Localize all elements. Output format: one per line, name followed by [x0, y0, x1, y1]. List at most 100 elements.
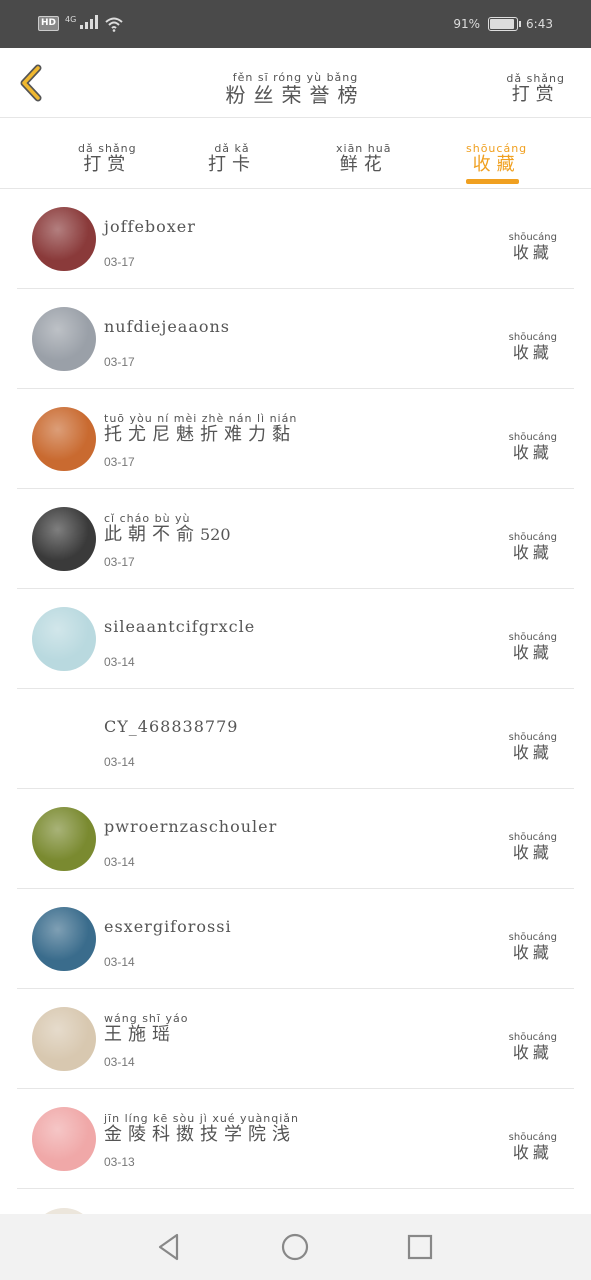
tab-flowers[interactable]: xiān huā 鲜花 — [336, 137, 391, 174]
user-name-text: 托尤尼魅折难力黏 — [104, 424, 296, 445]
favorite-date: 03-14 — [104, 855, 135, 869]
favorite-label-pinyin: shōucáng — [508, 432, 557, 443]
wifi-icon — [105, 17, 123, 32]
cartoon-avatar-icon[interactable] — [32, 407, 96, 471]
list-item[interactable]: jīn líng kē sòu jì xué yuànqiǎn 金陵科擞技学院浅 0… — [17, 1089, 574, 1189]
battery-percent: 91% — [453, 17, 481, 31]
favorite-date: 03-14 — [104, 755, 135, 769]
illustration-avatar-icon[interactable] — [32, 1007, 96, 1071]
favorite-label: shōucáng 收藏 — [509, 425, 557, 461]
skull-avatar-icon[interactable] — [32, 207, 96, 271]
favorite-label-pinyin: shōucáng — [508, 732, 557, 743]
user-name: cǐ cháo bù yù 此朝不俞 520 — [104, 507, 231, 544]
girl-avatar-icon[interactable] — [32, 607, 96, 671]
clock: 6:43 — [526, 17, 553, 31]
favorite-label-pinyin: shōucáng — [508, 532, 557, 543]
favorite-label: shōucáng 收藏 — [509, 725, 557, 761]
favorite-label-text: 收藏 — [512, 1043, 553, 1062]
favorite-label: shōucáng 收藏 — [509, 625, 557, 661]
user-name: esxergiforossi — [104, 917, 232, 936]
tab-checkin-pinyin: dǎ kǎ — [214, 142, 250, 155]
favorite-label: shōucáng 收藏 — [509, 525, 557, 561]
list-item[interactable]: CY_468838779 03-14 shōucáng 收藏 — [17, 689, 574, 789]
favorite-date: 03-14 — [104, 955, 135, 969]
user-name-pinyin: tuō yòu ní mèi zhè nán lì nián — [104, 412, 298, 425]
tab-reward-pinyin: dǎ shǎng — [78, 142, 137, 155]
favorite-label: shōucáng 收藏 — [509, 1025, 557, 1061]
favorite-label-text: 收藏 — [512, 943, 553, 962]
system-nav-bar — [0, 1214, 591, 1280]
favorite-label-text: 收藏 — [512, 1143, 553, 1162]
home-nav-icon[interactable] — [278, 1230, 312, 1264]
flower-avatar-icon[interactable] — [32, 807, 96, 871]
page-title: fěn sī róng yù bǎng 粉丝荣誉榜 — [0, 66, 591, 105]
user-name: jīn líng kē sòu jì xué yuànqiǎn 金陵科擞技学院浅 — [104, 1107, 299, 1144]
app-header: fěn sī róng yù bǎng 粉丝荣誉榜 dǎ shǎng 打赏 — [0, 48, 591, 118]
user-name: sileaantcifgrxcle — [104, 617, 256, 636]
back-nav-icon[interactable] — [152, 1230, 186, 1264]
favorite-label-text: 收藏 — [512, 643, 553, 662]
dark-figure-avatar-icon[interactable] — [32, 307, 96, 371]
tab-favorites-pinyin: shōucáng — [466, 142, 528, 155]
favorite-label-text: 收藏 — [512, 743, 553, 762]
reward-button-pinyin: dǎ shǎng — [506, 72, 565, 85]
tab-bar: dǎ shǎng 打赏 dǎ kǎ 打卡 xiān huā 鲜花 shōucán… — [0, 119, 591, 189]
favorite-date: 03-17 — [104, 555, 135, 569]
tab-checkin[interactable]: dǎ kǎ 打卡 — [208, 137, 256, 174]
user-name-suffix: 520 — [200, 525, 231, 544]
tab-reward[interactable]: dǎ shǎng 打赏 — [78, 137, 137, 174]
favorite-label-pinyin: shōucáng — [508, 1032, 557, 1043]
page-title-pinyin: fěn sī róng yù bǎng — [232, 71, 359, 84]
user-name-text: 此朝不俞 — [104, 524, 200, 545]
user-name-text: 王施瑶 — [104, 1024, 176, 1045]
favorite-label-text: 收藏 — [512, 543, 553, 562]
sea-avatar-icon[interactable] — [32, 907, 96, 971]
tab-flowers-pinyin: xiān huā — [336, 142, 392, 155]
user-name-pinyin: cǐ cháo bù yù — [104, 512, 191, 525]
user-name: nufdiejeaaons — [104, 317, 231, 336]
favorite-date: 03-17 — [104, 255, 135, 269]
list-item[interactable]: nufdiejeaaons 03-17 shōucáng 收藏 — [17, 289, 574, 389]
favorite-label: shōucáng 收藏 — [509, 325, 557, 361]
battery-icon — [488, 17, 522, 31]
tab-reward-label: 打赏 — [83, 154, 132, 175]
status-left: HD 4G — [38, 15, 124, 32]
user-name: joffeboxer — [104, 217, 196, 236]
favorite-label-text: 收藏 — [512, 343, 553, 362]
network-type: 4G — [65, 15, 77, 24]
signal-icon: 4G — [65, 15, 99, 32]
favorite-date: 03-17 — [104, 455, 135, 469]
list-item[interactable]: cǐ cháo bù yù 此朝不俞 520 03-17 shōucáng 收藏 — [17, 489, 574, 589]
letter-r-avatar-icon[interactable] — [32, 1107, 96, 1171]
list-item[interactable]: pwroernzaschouler 03-14 shōucáng 收藏 — [17, 789, 574, 889]
recents-nav-icon[interactable] — [403, 1230, 437, 1264]
tab-checkin-label: 打卡 — [208, 154, 256, 175]
list-item[interactable]: tuō yòu ní mèi zhè nán lì nián 托尤尼魅折难力黏 03… — [17, 389, 574, 489]
tab-favorites[interactable]: shōucáng 收藏 — [466, 137, 527, 174]
favorite-label-pinyin: shōucáng — [508, 1132, 557, 1143]
favorite-label-text: 收藏 — [512, 843, 553, 862]
person-avatar-icon[interactable] — [32, 507, 96, 571]
favorite-label-pinyin: shōucáng — [508, 832, 557, 843]
favorite-date: 03-17 — [104, 355, 135, 369]
list-item[interactable]: esxergiforossi 03-14 shōucáng 收藏 — [17, 889, 574, 989]
hd-badge: HD — [38, 16, 60, 31]
page-title-text: 粉丝荣誉榜 — [225, 83, 366, 107]
user-name: pwroernzaschouler — [104, 817, 278, 836]
reward-button[interactable]: dǎ shǎng 打赏 — [506, 67, 565, 104]
list-item[interactable]: wáng shī yáo 王施瑶 03-14 shōucáng 收藏 — [17, 989, 574, 1089]
active-tab-indicator — [466, 179, 519, 184]
favorite-label: shōucáng 收藏 — [509, 1125, 557, 1161]
user-name-pinyin: jīn líng kē sòu jì xué yuànqiǎn — [104, 1112, 300, 1125]
list-item[interactable]: sileaantcifgrxcle 03-14 shōucáng 收藏 — [17, 589, 574, 689]
favorite-date: 03-14 — [104, 655, 135, 669]
favorites-list: joffeboxer 03-17 shōucáng 收藏 nufdiejeaaons 03… — [0, 189, 591, 1189]
favorite-label-pinyin: shōucáng — [508, 632, 557, 643]
list-item[interactable]: joffeboxer 03-17 shōucáng 收藏 — [17, 189, 574, 289]
tab-flowers-label: 鲜花 — [339, 154, 388, 175]
user-name: wáng shī yáo 王施瑶 — [104, 1007, 188, 1044]
anime-boy-avatar-icon[interactable] — [32, 707, 96, 771]
favorite-label-text: 收藏 — [512, 443, 553, 462]
favorite-date: 03-13 — [104, 1155, 135, 1169]
favorite-date: 03-14 — [104, 1055, 135, 1069]
